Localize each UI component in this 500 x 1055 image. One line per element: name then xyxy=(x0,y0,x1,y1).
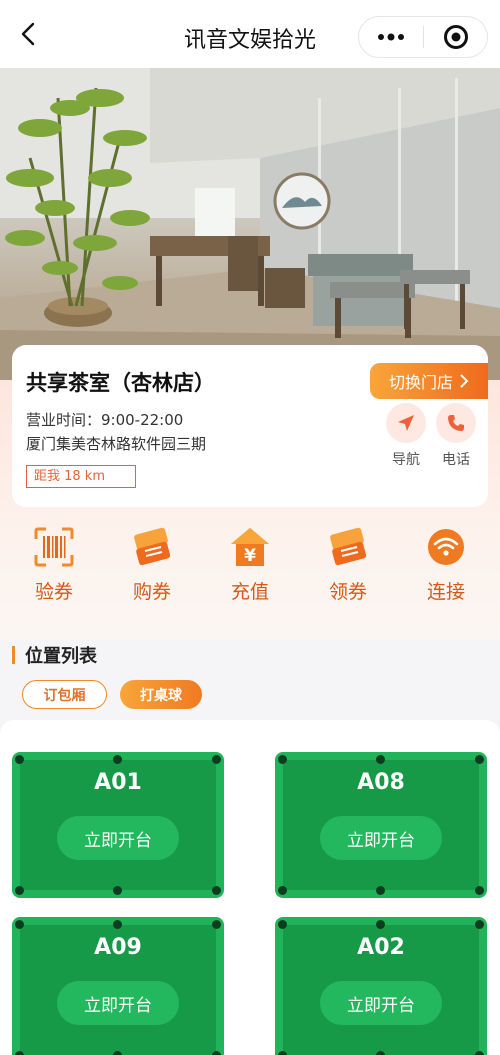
more-icon[interactable] xyxy=(359,17,423,57)
call-label: 电话 xyxy=(442,452,470,468)
pocket xyxy=(376,920,385,929)
menu-label: 领券 xyxy=(328,581,367,603)
ticket-icon xyxy=(326,525,370,569)
table-code: A02 xyxy=(357,935,405,960)
billiard-table-card[interactable]: A02 立即开台 xyxy=(275,917,487,1055)
open-table-button[interactable]: 立即开台 xyxy=(57,981,179,1025)
open-table-button[interactable]: 立即开台 xyxy=(320,816,442,860)
open-table-button[interactable]: 立即开台 xyxy=(320,981,442,1025)
menu-label: 充值 xyxy=(230,581,269,603)
pocket xyxy=(278,755,287,764)
section-title: 位置列表 xyxy=(25,646,97,667)
menu-label: 购券 xyxy=(132,581,171,603)
pocket xyxy=(113,1051,122,1055)
table-code: A01 xyxy=(94,770,142,795)
pocket xyxy=(475,920,484,929)
ticket-icon xyxy=(130,525,174,569)
call-button[interactable]: 电话 xyxy=(434,403,478,469)
store-name: 共享茶室（杏林店） xyxy=(26,371,215,395)
menu-item-recharge[interactable]: ¥ 充值 xyxy=(210,525,290,604)
billiard-table-card[interactable]: A09 立即开台 xyxy=(12,917,224,1055)
pocket xyxy=(113,755,122,764)
distance-badge: 距我 18 km xyxy=(26,465,136,488)
pocket xyxy=(212,886,221,895)
pocket xyxy=(15,1051,24,1055)
pocket xyxy=(15,920,24,929)
pocket xyxy=(475,755,484,764)
position-list: A01 立即开台 A08 立即开台 A09 立即开台 A02 立即开台 xyxy=(0,720,500,1055)
menu-item-verify[interactable]: 验券 xyxy=(14,525,94,604)
menu-item-connect[interactable]: 连接 xyxy=(406,525,486,604)
pocket xyxy=(376,1051,385,1055)
chevron-right-icon xyxy=(460,374,469,388)
pocket xyxy=(15,755,24,764)
open-table-button[interactable]: 立即开台 xyxy=(57,816,179,860)
close-miniprogram-icon[interactable] xyxy=(424,17,487,57)
wifi-icon xyxy=(424,525,468,569)
menu-label: 验券 xyxy=(34,581,73,603)
phone-icon xyxy=(436,403,476,443)
menu-item-buy-coupon[interactable]: 购券 xyxy=(112,525,192,604)
pocket xyxy=(15,886,24,895)
business-hours: 营业时间：9:00-22:00 xyxy=(26,411,184,429)
pocket xyxy=(278,920,287,929)
store-info-card: 共享茶室（杏林店） 切换门店 营业时间：9:00-22:00 厦门集美杏林路软件… xyxy=(12,345,488,507)
store-banner-image xyxy=(0,68,500,380)
pocket xyxy=(278,886,287,895)
table-code: A09 xyxy=(94,935,142,960)
mini-program-capsule xyxy=(358,16,488,58)
section-accent-bar xyxy=(12,646,15,664)
top-bar: 讯音文娱拾光 xyxy=(0,0,500,68)
pocket xyxy=(113,920,122,929)
tab-billiards[interactable]: 打桌球 xyxy=(120,680,202,709)
function-menu: 验券 购券 ¥ 充值 领券 连接 xyxy=(0,525,500,615)
pocket xyxy=(113,886,122,895)
billiard-table-card[interactable]: A08 立即开台 xyxy=(275,752,487,898)
menu-item-get-coupon[interactable]: 领券 xyxy=(308,525,388,604)
store-address: 厦门集美杏林路软件园三期 xyxy=(26,435,207,453)
barcode-scan-icon xyxy=(32,525,76,569)
navigate-button[interactable]: 导航 xyxy=(384,403,428,469)
pocket xyxy=(212,920,221,929)
pocket xyxy=(212,755,221,764)
switch-store-label: 切换门店 xyxy=(388,373,453,392)
billiard-table-card[interactable]: A01 立即开台 xyxy=(12,752,224,898)
pocket xyxy=(278,1051,287,1055)
navigate-label: 导航 xyxy=(392,452,420,468)
pocket xyxy=(475,886,484,895)
section-header: 位置列表 xyxy=(12,642,97,668)
pocket xyxy=(212,1051,221,1055)
svg-text:¥: ¥ xyxy=(244,546,256,566)
table-code: A08 xyxy=(357,770,405,795)
switch-store-button[interactable]: 切换门店 xyxy=(370,363,488,399)
menu-label: 连接 xyxy=(426,581,465,603)
yuan-house-icon: ¥ xyxy=(228,525,272,569)
pocket xyxy=(376,755,385,764)
pocket xyxy=(475,1051,484,1055)
tab-book-room[interactable]: 订包厢 xyxy=(22,680,107,709)
paper-plane-icon xyxy=(386,403,426,443)
pocket xyxy=(376,886,385,895)
